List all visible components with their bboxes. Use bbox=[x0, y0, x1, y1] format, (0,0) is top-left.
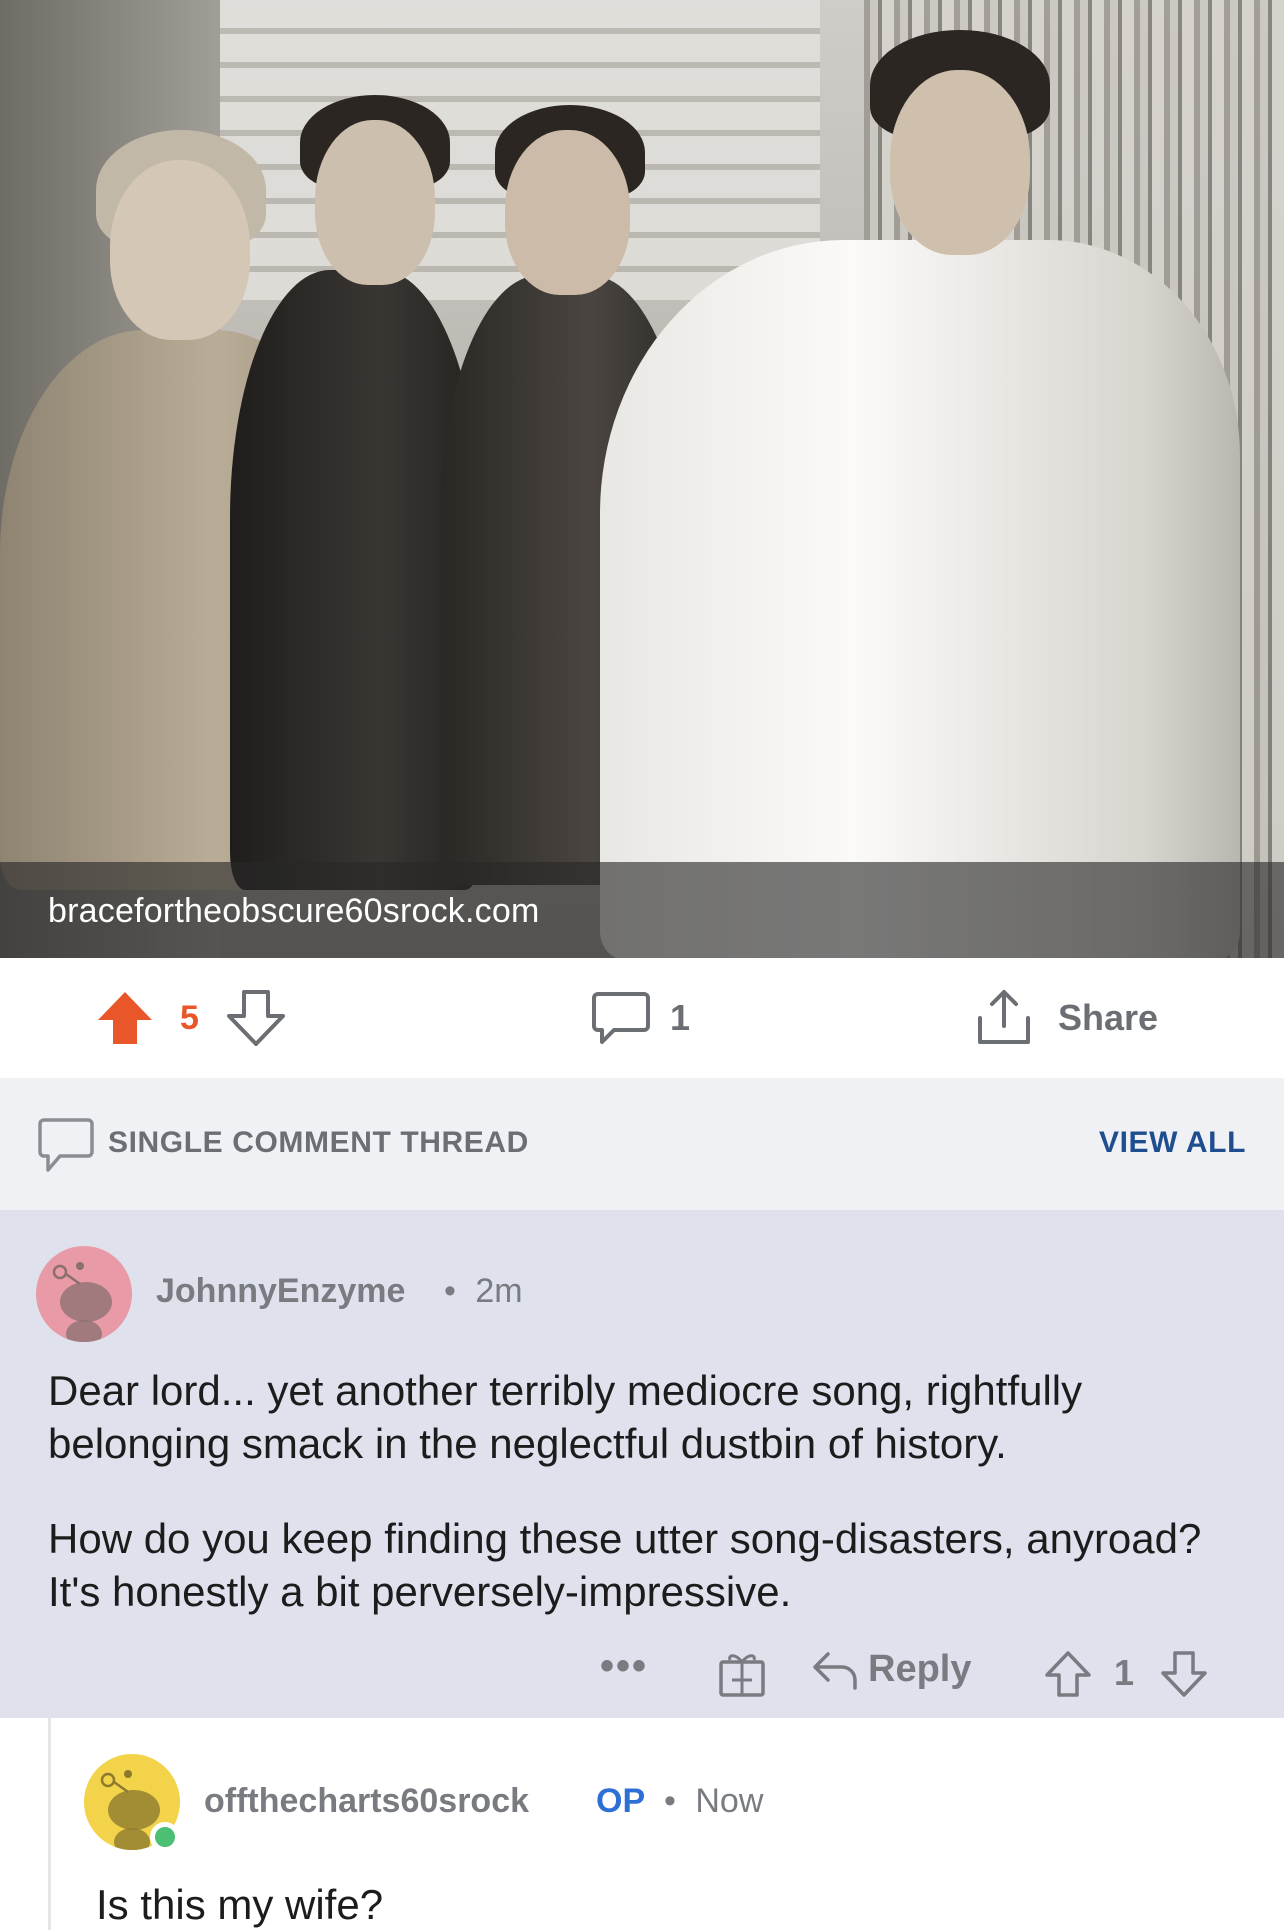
comment-reply: offthecharts60srock OP • Now Is this my … bbox=[0, 1718, 1284, 1930]
comment-time: Now bbox=[695, 1782, 764, 1820]
comment-actions: ••• Reply 1 bbox=[0, 1630, 1284, 1710]
share-button[interactable]: Share bbox=[974, 958, 1158, 1078]
upvote-icon[interactable] bbox=[96, 990, 154, 1046]
thread-line[interactable] bbox=[48, 1718, 51, 1930]
thread-title: SINGLE COMMENT THREAD bbox=[108, 1126, 529, 1159]
reply-icon bbox=[813, 1651, 857, 1690]
comment-body-paragraph: How do you keep finding these utter song… bbox=[48, 1515, 1202, 1615]
downvote-icon[interactable] bbox=[1160, 1650, 1208, 1698]
comment-meta: • Now bbox=[664, 1782, 763, 1821]
comment-count: 1 bbox=[670, 997, 691, 1038]
link-domain[interactable]: bracefortheobscure60srock.com bbox=[48, 892, 539, 931]
comment-highlighted: JohnnyEnzyme • 2m Dear lord... yet anoth… bbox=[0, 1210, 1284, 1718]
post-action-bar: 5 1 Share bbox=[0, 958, 1284, 1078]
post-score: 5 bbox=[180, 998, 199, 1037]
online-status-indicator bbox=[150, 1822, 180, 1852]
more-options-button[interactable]: ••• bbox=[600, 1644, 648, 1689]
comment-score: 1 bbox=[1114, 1652, 1135, 1693]
reply-button[interactable]: Reply bbox=[812, 1648, 971, 1691]
comment-icon bbox=[592, 992, 650, 1044]
avatar[interactable] bbox=[36, 1246, 132, 1342]
upvote-icon[interactable] bbox=[1044, 1650, 1092, 1698]
comment-username[interactable]: JohnnyEnzyme bbox=[156, 1272, 405, 1311]
reply-label: Reply bbox=[868, 1648, 972, 1690]
comment-body-paragraph: Dear lord... yet another terribly medioc… bbox=[48, 1367, 1083, 1467]
separator-dot: • bbox=[444, 1272, 456, 1310]
vote-group: 5 bbox=[96, 958, 285, 1078]
comment-body-paragraph: Is this my wife? bbox=[96, 1881, 384, 1928]
share-label: Share bbox=[1058, 997, 1159, 1038]
separator-dot: • bbox=[664, 1782, 676, 1820]
snoo-avatar-icon bbox=[52, 1262, 112, 1342]
downvote-icon[interactable] bbox=[226, 990, 285, 1046]
comments-button[interactable]: 1 bbox=[592, 958, 690, 1078]
post-image[interactable]: bracefortheobscure60srock.com bbox=[0, 0, 1284, 958]
comment-time: 2m bbox=[475, 1272, 523, 1310]
comment-icon bbox=[38, 1118, 94, 1172]
share-icon bbox=[978, 990, 1030, 1044]
view-all-button[interactable]: VIEW ALL bbox=[1099, 1126, 1246, 1160]
gift-icon[interactable] bbox=[718, 1652, 766, 1698]
comment-username[interactable]: offthecharts60srock bbox=[204, 1782, 529, 1821]
comment-meta: • 2m bbox=[444, 1272, 523, 1311]
thread-header: SINGLE COMMENT THREAD VIEW ALL bbox=[0, 1078, 1284, 1210]
op-badge: OP bbox=[596, 1782, 646, 1820]
link-caption-bar[interactable]: bracefortheobscure60srock.com bbox=[0, 862, 1284, 958]
